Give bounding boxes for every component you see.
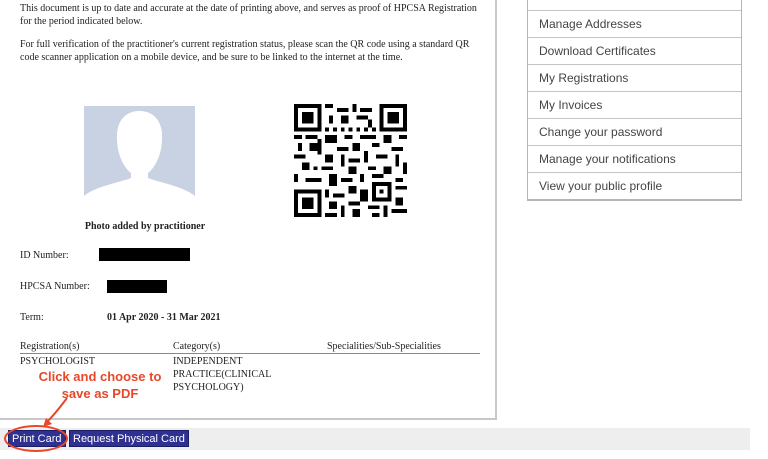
qr-code-icon bbox=[294, 104, 407, 217]
practitioner-photo-placeholder bbox=[84, 106, 195, 214]
term-value: 01 Apr 2020 - 31 Mar 2021 bbox=[107, 312, 221, 323]
menu-item-manage-notifications[interactable]: Manage your notifications bbox=[528, 145, 741, 172]
registration-column-header: Registration(s) bbox=[20, 341, 80, 352]
validity-paragraph: This document is up to date and accurate… bbox=[20, 3, 477, 27]
table-header-divider bbox=[20, 353, 480, 354]
request-physical-card-button[interactable]: Request Physical Card bbox=[69, 430, 189, 447]
highlight-circle bbox=[4, 425, 68, 452]
registration-cell: PSYCHOLOGIST bbox=[20, 356, 96, 367]
hpcsa-number-redaction bbox=[107, 280, 167, 293]
category-cell: INDEPENDENT PRACTICE(CLINICAL PSYCHOLOGY… bbox=[173, 356, 271, 393]
specialities-column-header: Specialities/Sub-Specialities bbox=[327, 341, 441, 352]
registration-card: This document is up to date and accurate… bbox=[0, 0, 497, 420]
verification-paragraph: For full verification of the practitione… bbox=[20, 39, 470, 63]
menu-item-download-certificates[interactable]: Download Certificates bbox=[528, 37, 741, 64]
menu-item-cut-off bbox=[528, 0, 741, 10]
menu-item-my-invoices[interactable]: My Invoices bbox=[528, 91, 741, 118]
term-label: Term: bbox=[20, 312, 44, 323]
id-number-label: ID Number: bbox=[20, 250, 69, 261]
category-column-header: Category(s) bbox=[173, 341, 221, 352]
menu-item-manage-addresses[interactable]: Manage Addresses bbox=[528, 10, 741, 37]
account-menu: Manage Addresses Download Certificates M… bbox=[527, 0, 742, 201]
menu-item-view-public-profile[interactable]: View your public profile bbox=[528, 172, 741, 199]
menu-item-change-password[interactable]: Change your password bbox=[528, 118, 741, 145]
id-number-redaction bbox=[99, 248, 190, 261]
photo-caption: Photo added by practitioner bbox=[84, 221, 206, 232]
person-silhouette-icon bbox=[84, 111, 195, 214]
menu-item-my-registrations[interactable]: My Registrations bbox=[528, 64, 741, 91]
hpcsa-number-label: HPCSA Number: bbox=[20, 281, 90, 292]
